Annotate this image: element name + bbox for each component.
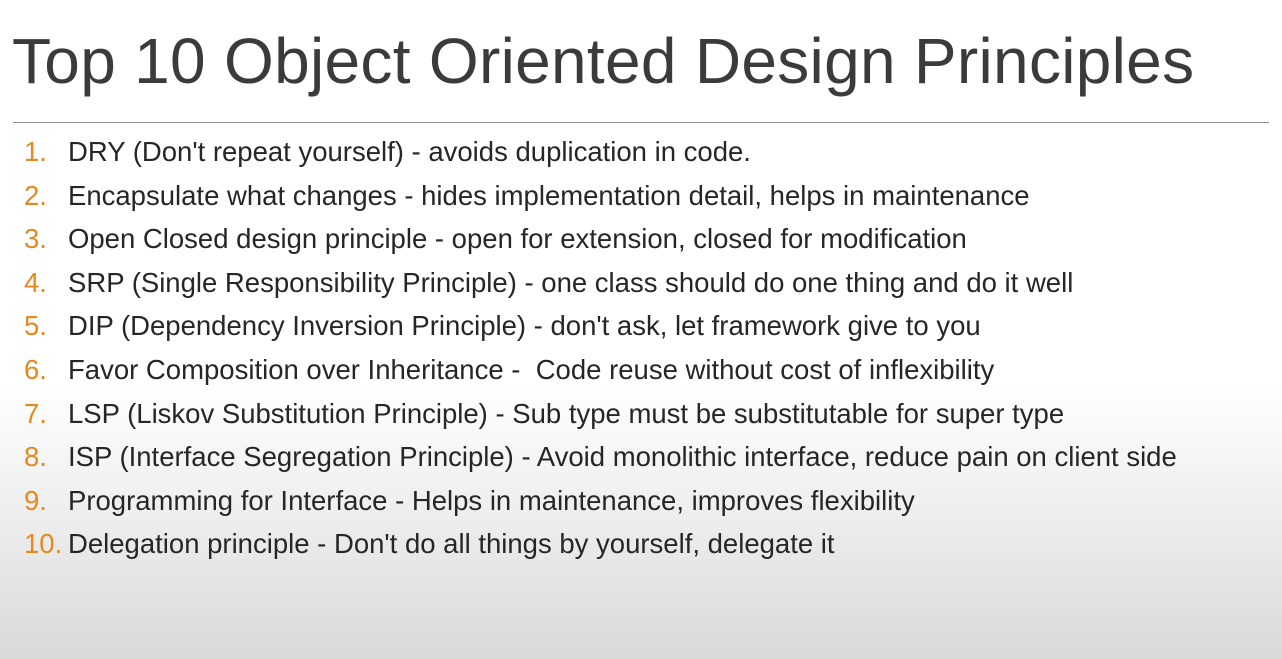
list-item: 2. Encapsulate what changes - hides impl… [24, 180, 1274, 212]
list-item-text: SRP (Single Responsibility Principle) - … [68, 266, 1074, 298]
title-divider [13, 122, 1269, 123]
list-item-number: 6. [24, 353, 47, 385]
list-item: 1. DRY (Don't repeat yourself) - avoids … [24, 136, 1274, 168]
list-item: 10. Delegation principle - Don't do all … [24, 528, 1274, 560]
list-item: 5. DIP (Dependency Inversion Principle) … [24, 310, 1274, 342]
list-item-number: 2. [24, 179, 47, 211]
list-item-text: Encapsulate what changes - hides impleme… [68, 179, 1030, 211]
list-item: 8. ISP (Interface Segregation Principle)… [24, 441, 1274, 473]
list-item-text: Delegation principle - Don't do all thin… [68, 528, 835, 560]
principles-list: 1. DRY (Don't repeat yourself) - avoids … [24, 136, 1274, 572]
list-item-text: Favor Composition over Inheritance - Cod… [68, 353, 995, 385]
list-item-number: 10. [24, 528, 63, 560]
list-item-text: ISP (Interface Segregation Principle) - … [68, 441, 1177, 473]
list-item: 7. LSP (Liskov Substitution Principle) -… [24, 398, 1274, 430]
list-item-text: LSP (Liskov Substitution Principle) - Su… [68, 397, 1065, 429]
list-item-number: 7. [24, 397, 47, 429]
list-item: 6. Favor Composition over Inheritance - … [24, 354, 1274, 386]
list-item-number: 9. [24, 484, 47, 516]
list-item-text: DIP (Dependency Inversion Principle) - d… [68, 310, 981, 342]
list-item-text: DRY (Don't repeat yourself) - avoids dup… [68, 136, 751, 167]
list-item-text: Programming for Interface - Helps in mai… [68, 484, 915, 516]
list-item-number: 5. [24, 310, 47, 342]
list-item: 4. SRP (Single Responsibility Principle)… [24, 267, 1274, 299]
list-item-number: 3. [24, 223, 47, 255]
list-item: 3. Open Closed design principle - open f… [24, 223, 1274, 255]
list-item: 9. Programming for Interface - Helps in … [24, 485, 1274, 517]
slide: Top 10 Object Oriented Design Principles… [0, 0, 1282, 659]
list-item-number: 8. [24, 441, 47, 473]
list-item-text: Open Closed design principle - open for … [68, 223, 967, 255]
list-item-number: 1. [24, 136, 47, 167]
list-item-number: 4. [24, 266, 47, 298]
slide-title: Top 10 Object Oriented Design Principles [12, 25, 1195, 97]
